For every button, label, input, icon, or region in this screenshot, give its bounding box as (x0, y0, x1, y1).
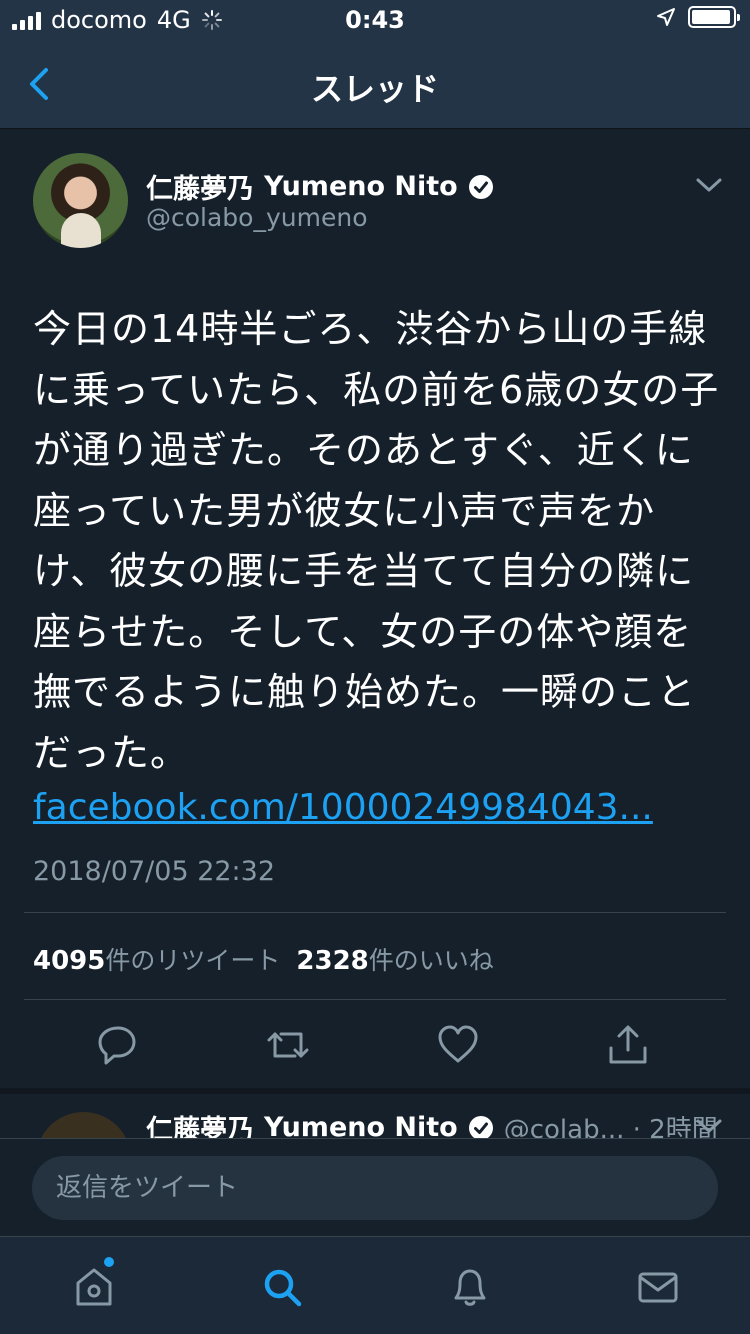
tweet-text: 今日の14時半ごろ、渋谷から山の手線に乗っていたら、私の前を6歳の女の子が通り過… (33, 307, 720, 775)
next-author-name-jp: 仁藤夢乃 (146, 1115, 254, 1138)
like-icon[interactable] (435, 1022, 481, 1068)
tweet-link[interactable]: facebook.com/10000249984043... (33, 787, 653, 828)
nav-header: スレッド (0, 40, 750, 129)
page-title: スレッド (310, 70, 439, 108)
battery-icon (688, 6, 740, 28)
battery-fill (692, 10, 730, 24)
divider (24, 912, 726, 913)
tweet-actions (0, 1022, 750, 1082)
share-icon[interactable] (605, 1022, 651, 1068)
next-author-name-latin: Yumeno Nito (264, 1112, 458, 1138)
reply-input[interactable] (32, 1156, 718, 1220)
verified-icon (468, 1115, 493, 1138)
chevron-down-icon[interactable] (694, 175, 724, 195)
author-handle[interactable]: @colabo_yumeno (146, 203, 367, 232)
location-arrow-icon (657, 8, 675, 26)
status-time: 0:43 (345, 6, 405, 34)
verified-icon (468, 174, 493, 199)
divider (24, 999, 726, 1000)
next-avatar[interactable] (36, 1112, 131, 1138)
next-author: 仁藤夢乃 Yumeno Nito @colab... · 2時間 (146, 1108, 718, 1138)
next-handle-time: @colab... · 2時間 (503, 1115, 718, 1138)
retweet-count: 4095 (33, 946, 106, 976)
reply-icon[interactable] (95, 1022, 141, 1068)
home-notification-dot (104, 1257, 114, 1267)
status-right (656, 6, 740, 28)
retweet-stat[interactable]: 4095件のリツイート (33, 946, 281, 976)
reply-bar (0, 1138, 750, 1236)
tweet-stats: 4095件のリツイート 2328件のいいね (33, 941, 494, 977)
notifications-icon[interactable] (448, 1265, 492, 1309)
like-stat[interactable]: 2328件のいいね (296, 946, 494, 976)
retweet-label: 件のリツイート (105, 946, 281, 975)
author-name-latin: Yumeno Nito (264, 171, 458, 202)
like-label: 件のいいね (368, 946, 494, 975)
author-name-jp: 仁藤夢乃 (146, 174, 254, 205)
messages-icon[interactable] (636, 1265, 680, 1309)
like-count: 2328 (296, 946, 369, 976)
next-tweet[interactable]: 仁藤夢乃 Yumeno Nito @colab... · 2時間 (0, 1094, 750, 1138)
tweet-date: 2018/07/05 22:32 (33, 856, 276, 887)
author-name[interactable]: 仁藤夢乃 Yumeno Nito (146, 167, 494, 206)
home-icon[interactable] (72, 1265, 116, 1309)
chevron-down-icon[interactable] (694, 1116, 724, 1136)
tab-bar (0, 1236, 750, 1334)
search-icon[interactable] (260, 1265, 304, 1309)
avatar[interactable] (33, 153, 128, 248)
retweet-icon[interactable] (265, 1022, 311, 1068)
status-bar: docomo 4G 0:43 (0, 0, 750, 40)
